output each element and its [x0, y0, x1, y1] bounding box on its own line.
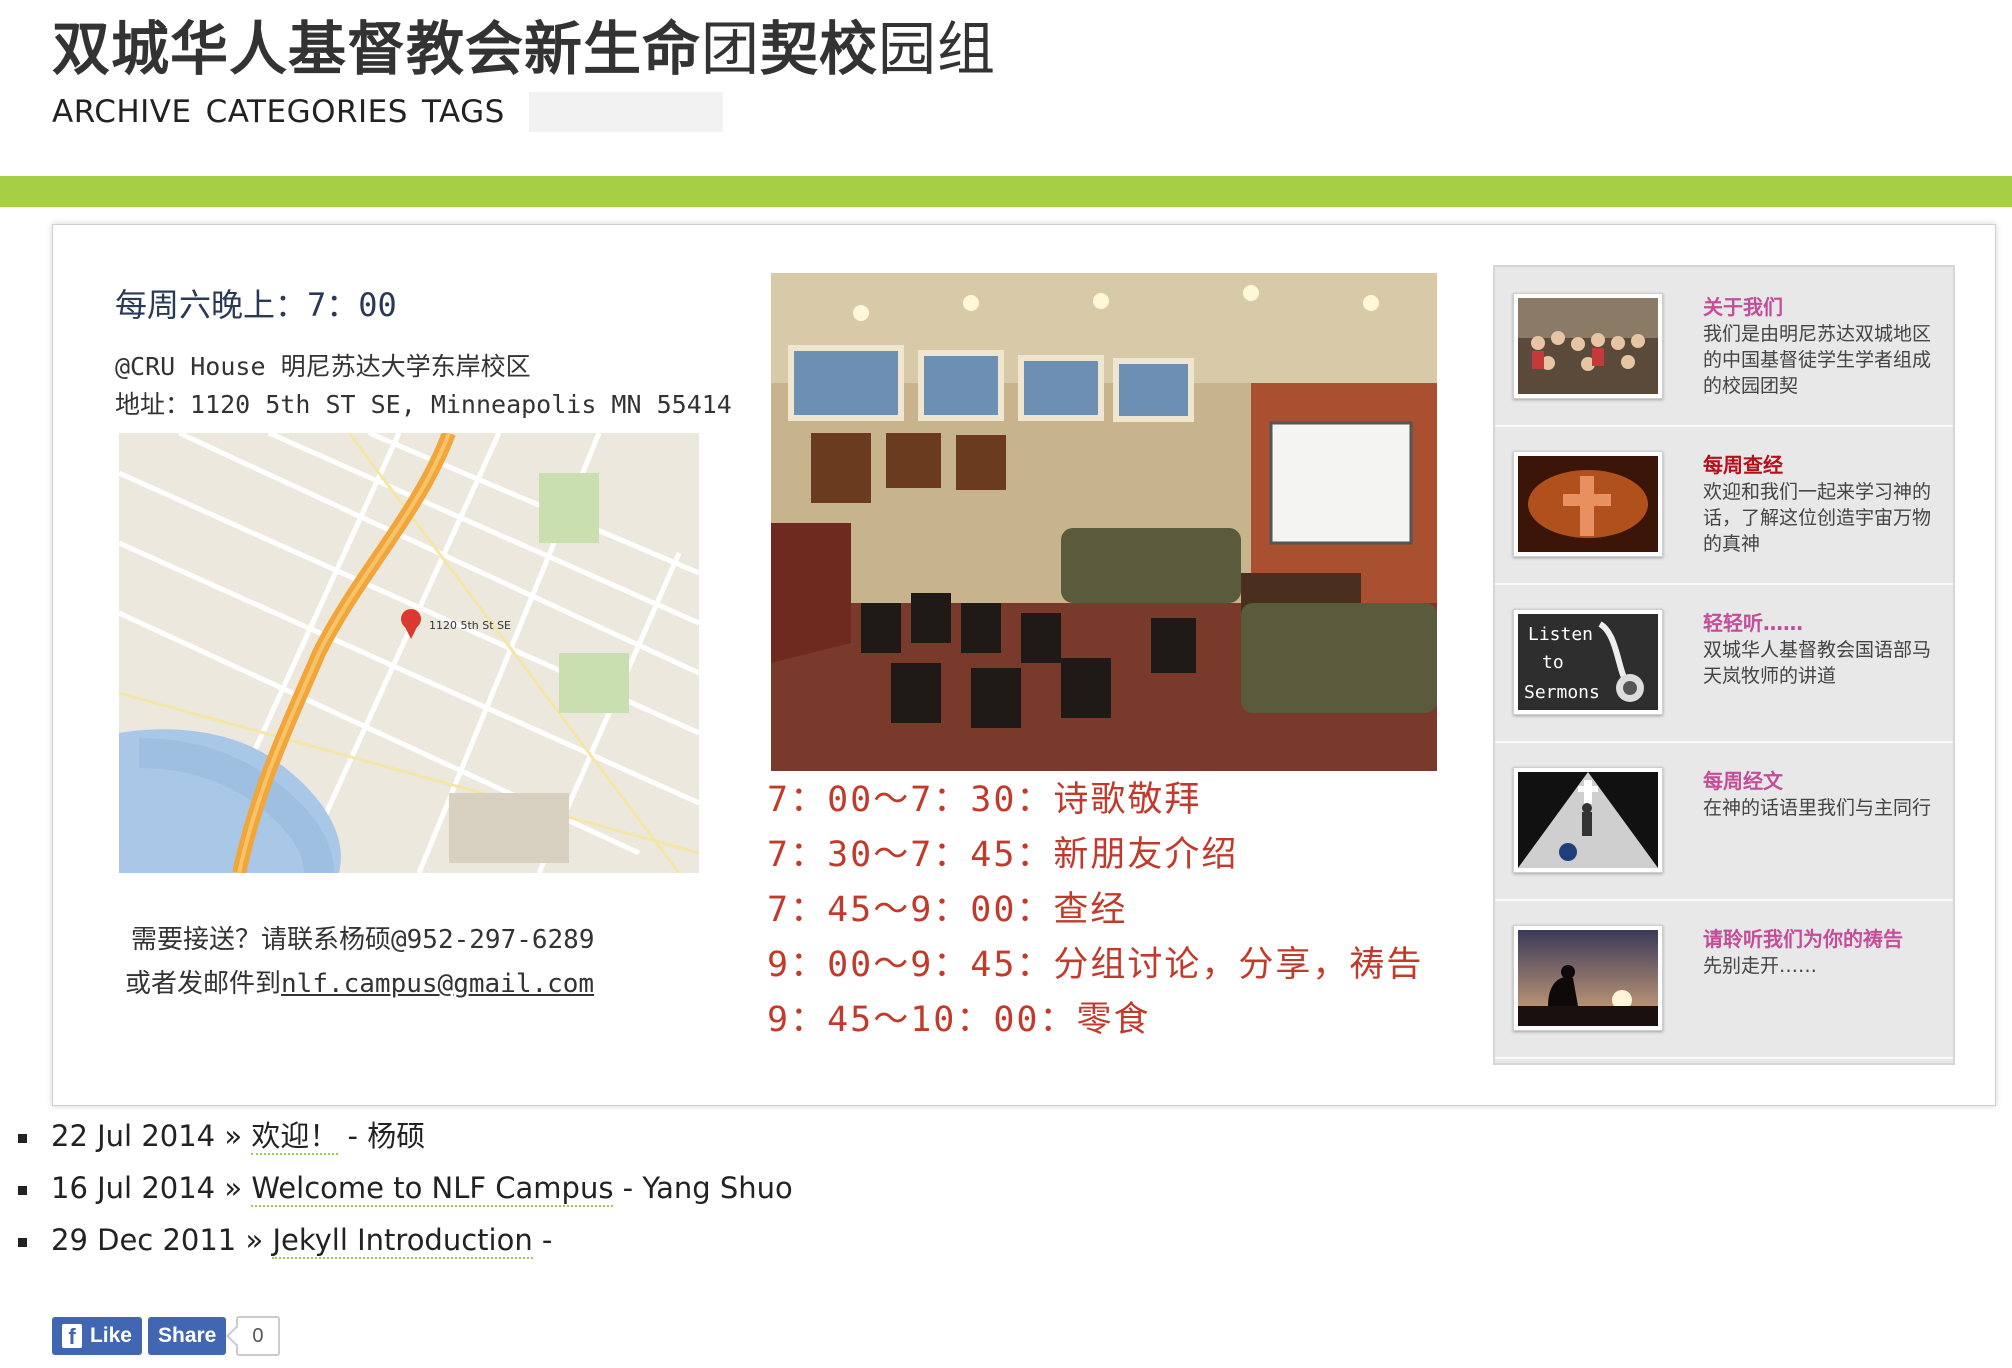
contact-phone-line: 需要接送？请联系杨硕@952-297-6289: [131, 925, 595, 955]
meeting-location: @CRU House 明尼苏达大学东岸校区: [115, 352, 531, 381]
like-label: Like: [89, 1324, 132, 1347]
schedule-item: 9：00～9：45：分组讨论，分享，祷告: [767, 945, 1424, 985]
meeting-address: 地址：1120 5th ST SE, Minneapolis MN 55414: [115, 390, 732, 419]
walking-cross-icon: [1513, 767, 1663, 873]
list-item: 22 Jul 2014 » 欢迎！ - 杨硕: [18, 1110, 793, 1162]
schedule-list: 7：00～7：30：诗歌敬拜 7：30～7：45：新朋友介绍 7：45～9：00…: [767, 773, 1423, 1048]
sidebar-description: 先别走开……: [1703, 955, 1818, 977]
sidebar-item-sermons[interactable]: Listen to Sermons 轻轻听…… 双城华人基督教会国语部马天岚牧师…: [1495, 583, 1953, 743]
list-item: 29 Dec 2011 » Jekyll Introduction -: [18, 1214, 793, 1266]
sidebar-description: 我们是由明尼苏达双城地区的中国基督徒学生学者组成的校园团契: [1703, 323, 1932, 397]
contact-email-prefix: 或者发邮件到: [125, 969, 282, 999]
facebook-share-button[interactable]: Share: [148, 1317, 227, 1355]
post-date: 29 Dec 2011: [51, 1223, 237, 1257]
post-author: -: [532, 1223, 553, 1257]
sidebar-item-prayer[interactable]: 请聆听我们为你的祷告 先别走开……: [1495, 899, 1953, 1059]
thumb-text: Sermons: [1524, 682, 1600, 703]
facebook-widget: f Like Share 0: [52, 1316, 280, 1356]
post-date: 22 Jul 2014: [51, 1119, 216, 1153]
post-list: 22 Jul 2014 » 欢迎！ - 杨硕 16 Jul 2014 » Wel…: [18, 1110, 793, 1266]
nav-tags-link[interactable]: TAGS: [422, 94, 505, 130]
group-photo-icon: [1513, 293, 1663, 399]
contact-email-link[interactable]: nlf.campus@gmail.com: [281, 969, 594, 999]
sidebar-title: 请聆听我们为你的祷告: [1703, 927, 1903, 951]
praying-sunset-icon: [1513, 925, 1663, 1031]
meeting-room-photo: [771, 273, 1437, 771]
schedule-item: 7：00～7：30：诗歌敬拜: [767, 780, 1202, 820]
site-title-part: 双城华人基督教会新生命: [52, 15, 702, 83]
post-author: - 杨硕: [338, 1119, 426, 1153]
search-input[interactable]: [528, 92, 723, 132]
banner-slide[interactable]: 每周六晚上：7：00 @CRU House 明尼苏达大学东岸校区 地址：1120…: [52, 224, 1996, 1106]
map-pin-label: 1120 5th St SE: [429, 619, 511, 632]
thumb-text: Listen: [1528, 624, 1593, 645]
feature-sidebar: 关于我们 我们是由明尼苏达双城地区的中国基督徒学生学者组成的校园团契 每周查经 …: [1493, 265, 1955, 1065]
post-separator: »: [236, 1223, 273, 1257]
location-map: 1120 5th St SE: [119, 433, 699, 873]
nav-categories-link[interactable]: CATEGORIES: [206, 94, 408, 130]
sidebar-item-weekly-verse[interactable]: 每周经文 在神的话语里我们与主同行: [1495, 741, 1953, 901]
thumb-text: to: [1542, 652, 1564, 673]
schedule-item: 7：45～9：00：查经: [767, 890, 1128, 930]
facebook-f-icon: f: [62, 1324, 82, 1349]
facebook-like-button[interactable]: f Like: [52, 1317, 142, 1355]
post-separator: »: [215, 1171, 252, 1205]
bullet-icon: [18, 1237, 27, 1247]
post-title-link[interactable]: Welcome to NLF Campus: [251, 1171, 614, 1207]
bible-cross-icon: [1513, 451, 1663, 557]
sidebar-title: 轻轻听……: [1703, 611, 1803, 635]
sidebar-item-about[interactable]: 关于我们 我们是由明尼苏达双城地区的中国基督徒学生学者组成的校园团契: [1495, 267, 1953, 427]
post-date: 16 Jul 2014: [51, 1171, 216, 1205]
sidebar-description: 双城华人基督教会国语部马天岚牧师的讲道: [1703, 639, 1932, 687]
share-count: 0: [236, 1316, 280, 1356]
contact-email-line: 或者发邮件到nlf.campus@gmail.com: [125, 963, 594, 1000]
earphones-icon: Listen to Sermons: [1513, 609, 1663, 715]
top-nav: ARCHIVE CATEGORIES TAGS: [52, 92, 723, 132]
sidebar-description: 欢迎和我们一起来学习神的话，了解这位创造宇宙万物的真神: [1703, 481, 1932, 555]
sidebar-item-bible-study[interactable]: 每周查经 欢迎和我们一起来学习神的话，了解这位创造宇宙万物的真神: [1495, 425, 1953, 585]
meeting-time: 每周六晚上：7：00: [115, 286, 397, 324]
post-title-link[interactable]: Jekyll Introduction: [272, 1223, 533, 1259]
site-title-part: 契校: [760, 15, 879, 83]
nav-archive-link[interactable]: ARCHIVE: [52, 94, 192, 130]
site-title-part: 园组: [878, 15, 997, 83]
sidebar-description: 在神的话语里我们与主同行: [1703, 797, 1932, 819]
post-separator: »: [215, 1119, 252, 1153]
green-divider-bar: [0, 176, 2012, 207]
site-title[interactable]: 双城华人基督教会新生命团契校园组: [52, 2, 996, 86]
sidebar-title: 每周经文: [1703, 769, 1783, 793]
post-title-link[interactable]: 欢迎！: [251, 1119, 339, 1155]
bullet-icon: [18, 1185, 27, 1195]
schedule-item: 9：45～10：00：零食: [767, 1000, 1151, 1040]
sidebar-title: 关于我们: [1703, 295, 1783, 319]
schedule-item: 7：30～7：45：新朋友介绍: [767, 835, 1239, 875]
post-author: - Yang Shuo: [613, 1171, 793, 1205]
bullet-icon: [18, 1133, 27, 1143]
sidebar-title: 每周查经: [1703, 453, 1783, 477]
site-title-part: 团: [701, 15, 761, 83]
list-item: 16 Jul 2014 » Welcome to NLF Campus - Ya…: [18, 1162, 793, 1214]
